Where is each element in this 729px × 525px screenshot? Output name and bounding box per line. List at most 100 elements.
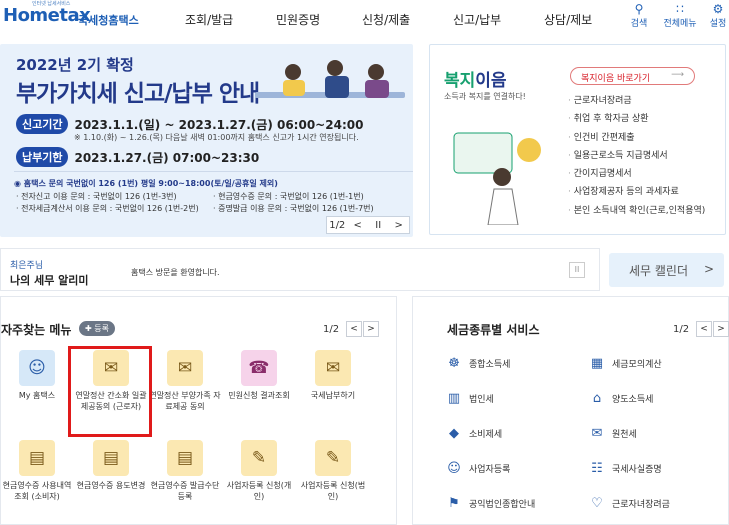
banner-prev-button[interactable]: < xyxy=(348,220,369,231)
report-period-text: 2023.1.1.(일) ~ 2023.1.27.(금) 06:00~24:00 xyxy=(74,117,364,132)
gear-icon: ⚙ xyxy=(712,2,724,16)
tax-service-label: 양도소득세 xyxy=(612,395,654,405)
payment-deadline-label: 납부기한 xyxy=(16,147,69,167)
favorite-menu-item[interactable]: ☺ My 홈택스 xyxy=(0,350,74,401)
banner-title-small: 2022년 2기 확정 xyxy=(16,56,134,74)
report-extension-note: ※ 1.10.(화) ~ 1.26.(목) 다음날 새벽 01:00까지 홈택스… xyxy=(74,133,359,142)
logo-subtitle[interactable]: 국세청홈택스 xyxy=(78,12,139,28)
tax-service-item[interactable]: ☺ 사업자등록 xyxy=(443,461,510,476)
nav-lookup[interactable]: 조회/발급 xyxy=(185,11,233,28)
nav-report-payment[interactable]: 신고/납부 xyxy=(453,11,501,28)
welfare-link[interactable]: 근로자녀장려금 xyxy=(568,93,705,111)
favorite-menu-title: 자주찾는 메뉴 xyxy=(1,323,72,337)
people-illustration xyxy=(255,60,405,98)
service-prev-button[interactable]: < xyxy=(696,321,712,337)
favorite-menu-item[interactable]: ✉ 국세납부하기 xyxy=(296,350,370,401)
headset-icon: ☎ xyxy=(241,350,277,386)
favorite-menu-label: 현금영수증 사용내역조회 (소비자) xyxy=(2,481,72,501)
welfare-shortcut-button[interactable]: 복지이음 바로가기 ⟶ xyxy=(570,67,695,85)
person-pen-icon: ✎ xyxy=(241,440,277,476)
tax-service-item[interactable]: ◆ 소비제세 xyxy=(443,426,502,441)
favorite-menu-item[interactable]: ☎ 민원신청 결과조회 xyxy=(222,350,296,401)
nav-application[interactable]: 신청/제출 xyxy=(362,11,410,28)
favorite-next-button[interactable]: > xyxy=(363,321,379,337)
welfare-link-list: 근로자녀장려금 취업 후 학자금 상환 인건비 간편제출 일용근로소득 지급명세… xyxy=(568,93,706,221)
receipt-icon: ▤ xyxy=(19,440,55,476)
house-icon: ⌂ xyxy=(592,391,602,406)
heart-icon: ♡ xyxy=(591,496,603,511)
favorite-menu-item[interactable]: ▤ 현금영수증 용도변경 xyxy=(74,440,148,491)
favorite-menu-item[interactable]: ✎ 사업자등록 신청(개인) xyxy=(222,440,296,502)
favorite-menu-label: 민원신청 결과조회 xyxy=(228,391,290,400)
report-period-row: 신고기간 2023.1.1.(일) ~ 2023.1.27.(금) 06:00~… xyxy=(16,114,363,134)
tax-service-item[interactable]: ♡ 근로자녀장려금 xyxy=(586,496,670,511)
person-pen-icon: ✎ xyxy=(315,440,351,476)
banner-title: 부가가치세 신고/납부 안내 xyxy=(16,81,260,107)
vat-banner[interactable]: 2022년 2기 확정 부가가치세 신고/납부 안내 신고기간 2023.1.1… xyxy=(0,44,413,237)
tax-service-item[interactable]: ⚑ 공익법인종합안내 xyxy=(443,496,535,511)
welfare-link[interactable]: 취업 후 학자금 상환 xyxy=(568,111,705,129)
favorite-menu-label: My 홈택스 xyxy=(18,391,56,400)
welfare-link[interactable]: 간이지급명세서 xyxy=(568,166,705,184)
nav-certificates[interactable]: 민원증명 xyxy=(276,11,320,28)
car-icon: ☸ xyxy=(448,356,460,371)
favorite-menu-label: 현금영수증 용도변경 xyxy=(76,481,146,490)
tax-service-item[interactable]: ✉ 원천세 xyxy=(586,426,637,441)
settings-button[interactable]: ⚙ 설정 xyxy=(698,2,729,29)
receipt-icon: ▤ xyxy=(93,440,129,476)
building-icon: ▥ xyxy=(447,391,461,406)
welfare-panel: 복지이음 소득과 복지를 연결하다! 복지이음 바로가기 ⟶ 근로자녀장려금 취… xyxy=(429,44,726,235)
person-icon: ☺ xyxy=(447,461,461,476)
service-next-button[interactable]: > xyxy=(713,321,729,337)
service-pager: < > xyxy=(695,321,729,337)
favorite-menu-label: 국세납부하기 xyxy=(310,391,356,400)
tax-service-panel: 세금종류별 서비스 1/2 < > xyxy=(412,296,729,525)
welfare-link[interactable]: 일용근로소득 지급명세서 xyxy=(568,148,705,166)
welcome-message: 홈택스 방문을 환영합니다. xyxy=(131,268,220,277)
certificate-icon: ☷ xyxy=(591,461,603,476)
favorite-menu-item[interactable]: ▤ 현금영수증 사용내역조회 (소비자) xyxy=(0,440,74,502)
notice-pause-button[interactable]: II xyxy=(569,262,585,278)
tax-service-label: 사업자등록 xyxy=(469,465,511,475)
grid-icon: ∷ xyxy=(676,2,684,16)
tax-service-label: 공익법인종합안내 xyxy=(469,500,536,510)
register-favorite-button[interactable]: ✚ 등록 xyxy=(79,321,115,336)
welfare-link[interactable]: 인건비 간편제출 xyxy=(568,130,705,148)
favorite-menu-item[interactable]: ✉ 연말정산 부양가족 자료제공 동의 xyxy=(148,350,222,412)
tax-service-label: 근로자녀장려금 xyxy=(612,500,670,510)
favorite-prev-button[interactable]: < xyxy=(346,321,362,337)
tax-service-item[interactable]: ▦ 세금모의계산 xyxy=(586,356,662,371)
contact-einvoice: · 전자세금계산서 이용 문의 : 국번없이 126 (1번-2번) xyxy=(16,204,199,213)
contact-receipt: · 현금영수증 문의 : 국번없이 126 (1번-1번) xyxy=(213,192,364,201)
badge-icon: ⚑ xyxy=(448,496,460,511)
banner-divider xyxy=(14,171,413,172)
welfare-subtitle: 소득과 복지를 연결하다! xyxy=(444,92,526,101)
tax-calendar-button[interactable]: 세무 캘린더 > xyxy=(609,253,724,287)
notifier-title: 나의 세무 알리미 xyxy=(10,274,89,287)
favorite-menu-item[interactable]: ▤ 현금영수증 발급수단 등록 xyxy=(148,440,222,502)
all-menu-button[interactable]: ∷ 전체메뉴 xyxy=(660,2,700,29)
search-button[interactable]: ⚲ 검색 xyxy=(619,2,659,29)
tax-service-item[interactable]: ⌂ 양도소득세 xyxy=(586,391,654,406)
person-icon: ☺ xyxy=(19,350,55,386)
welfare-link[interactable]: 사업장제공자 등의 과세자료 xyxy=(568,184,705,202)
tax-service-label: 원천세 xyxy=(612,430,637,440)
banner-pager: 1/2 < II > xyxy=(326,216,410,234)
favorite-page-indicator: 1/2 xyxy=(323,324,340,335)
banner-next-button[interactable]: > xyxy=(389,220,410,231)
favorite-menu-label: 사업자등록 신청(법인) xyxy=(300,481,366,501)
highlight-box xyxy=(68,346,152,437)
favorite-menu-label: 연말정산 부양가족 자료제공 동의 xyxy=(149,391,221,411)
chevron-right-icon: > xyxy=(703,262,714,276)
arrow-right-icon: ⟶ xyxy=(671,70,684,80)
contact-certificate: · 증명발급 이용 문의 : 국번없이 126 (1번-7번) xyxy=(213,204,374,213)
contact-efiling: · 전자신고 이용 문의 : 국번없이 126 (1번-3번) xyxy=(16,192,177,201)
nav-consult[interactable]: 상담/제보 xyxy=(544,11,592,28)
tax-service-item[interactable]: ☷ 국세사실증명 xyxy=(586,461,662,476)
tax-service-item[interactable]: ▥ 법인세 xyxy=(443,391,494,406)
banner-pause-button[interactable]: II xyxy=(368,220,389,231)
favorite-menu-item[interactable]: ✎ 사업자등록 신청(법인) xyxy=(296,440,370,502)
welfare-link[interactable]: 본인 소득내역 확인(근로,인적용역) xyxy=(568,203,706,221)
tax-service-label: 법인세 xyxy=(469,395,494,405)
tax-service-item[interactable]: ☸ 종합소득세 xyxy=(443,356,510,371)
